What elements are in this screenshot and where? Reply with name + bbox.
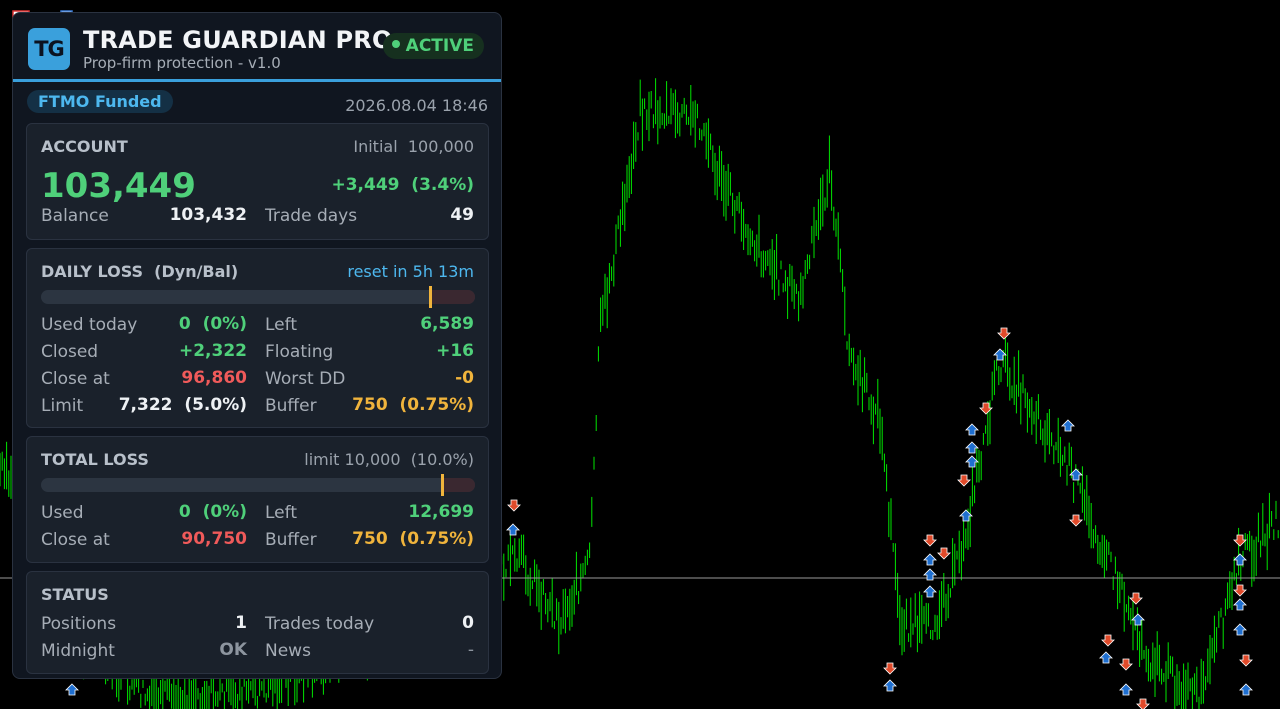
left-value: 6,589 — [420, 314, 474, 334]
buy-arrow-icon — [1239, 683, 1253, 696]
sell-arrow-icon — [1233, 534, 1247, 547]
trades-today-value: 0 — [462, 613, 474, 633]
sell-arrow-icon — [1129, 592, 1143, 605]
total-buffer-label: Buffer — [265, 530, 317, 550]
buy-arrow-icon — [1099, 651, 1113, 664]
sell-arrow-icon — [1136, 698, 1150, 709]
initial-value: 100,000 — [407, 137, 474, 156]
sell-arrow-icon — [883, 662, 897, 675]
news-value: - — [467, 640, 474, 660]
total-used-value: 0 (0%) — [178, 502, 247, 522]
equity-value: 103,449 — [41, 166, 196, 206]
daily-buffer-zone — [431, 290, 475, 304]
status-badge: ACTIVE — [382, 33, 484, 59]
account-card: ACCOUNT Initial 100,000 103,449 +3,449 (… — [26, 123, 489, 240]
positions-label: Positions — [41, 614, 117, 634]
status-card: STATUS Positions 1 Trades today 0 Midnig… — [26, 571, 489, 674]
sell-arrow-icon — [957, 474, 971, 487]
sell-arrow-icon — [1069, 514, 1083, 527]
trade-guardian-panel: TG TRADE GUARDIAN PRO Prop-firm protecti… — [12, 12, 502, 679]
total-left-value: 12,699 — [408, 502, 474, 522]
initial-balance: Initial 100,000 — [353, 137, 474, 156]
buy-arrow-icon — [1119, 683, 1133, 696]
total-loss-limit: limit 10,000 (10.0%) — [304, 450, 474, 469]
buy-arrow-icon — [1233, 623, 1247, 636]
sell-arrow-icon — [923, 534, 937, 547]
buy-arrow-icon — [506, 523, 520, 536]
daily-loss-progress — [41, 290, 475, 304]
midnight-label: Midnight — [41, 641, 115, 661]
prop-firm-badge: FTMO Funded — [27, 90, 173, 113]
total-loss-progress — [41, 478, 475, 492]
daily-loss-title: DAILY LOSS (Dyn/Bal) — [41, 262, 239, 281]
midnight-value: OK — [219, 640, 247, 660]
trade-days-label: Trade days — [265, 206, 358, 226]
total-close-at-label: Close at — [41, 530, 110, 550]
buy-arrow-icon — [1233, 598, 1247, 611]
total-buffer-marker — [441, 474, 444, 496]
floating-value: +16 — [436, 341, 474, 361]
buy-arrow-icon — [65, 683, 79, 696]
trade-days-value: 49 — [450, 205, 474, 225]
buy-arrow-icon — [965, 455, 979, 468]
total-used-label: Used — [41, 503, 84, 523]
tg-logo: TG — [28, 28, 70, 70]
initial-label: Initial — [353, 137, 398, 156]
worst-dd-value: -0 — [455, 368, 474, 388]
close-at-value: 96,860 — [181, 368, 247, 388]
used-today-value: 0 (0%) — [178, 314, 247, 334]
trades-today-label: Trades today — [265, 614, 375, 634]
news-label: News — [265, 641, 311, 661]
closed-value: +2,322 — [178, 341, 247, 361]
daily-buffer-label: Buffer — [265, 396, 317, 416]
close-at-label: Close at — [41, 369, 110, 389]
app-title: TRADE GUARDIAN PRO — [83, 26, 393, 54]
status-title: STATUS — [41, 585, 109, 604]
app-subtitle: Prop-firm protection - v1.0 — [83, 54, 281, 72]
buy-arrow-icon — [1233, 553, 1247, 566]
limit-label: Limit — [41, 396, 84, 416]
account-title: ACCOUNT — [41, 137, 128, 156]
closed-label: Closed — [41, 342, 99, 362]
sell-arrow-icon — [1119, 658, 1133, 671]
total-left-label: Left — [265, 503, 297, 523]
buy-arrow-icon — [923, 553, 937, 566]
sell-arrow-icon — [1101, 634, 1115, 647]
buy-arrow-icon — [883, 679, 897, 692]
buy-arrow-icon — [965, 423, 979, 436]
daily-reset-timer: reset in 5h 13m — [347, 262, 474, 281]
panel-header: TG TRADE GUARDIAN PRO Prop-firm protecti… — [13, 13, 501, 82]
total-close-at-value: 90,750 — [181, 529, 247, 549]
balance-label: Balance — [41, 206, 109, 226]
left-label: Left — [265, 315, 297, 335]
daily-loss-card: DAILY LOSS (Dyn/Bal) reset in 5h 13m Use… — [26, 248, 489, 428]
total-loss-title: TOTAL LOSS — [41, 450, 149, 469]
status-badge-label: ACTIVE — [405, 36, 474, 56]
sell-arrow-icon — [997, 327, 1011, 340]
positions-value: 1 — [235, 613, 247, 633]
buy-arrow-icon — [1061, 419, 1075, 432]
status-dot-icon — [391, 40, 400, 48]
total-buffer-zone — [443, 478, 475, 492]
limit-value: 7,322 (5.0%) — [118, 395, 247, 415]
balance-value: 103,432 — [169, 205, 247, 225]
server-datetime: 2026.08.04 18:46 — [345, 96, 488, 115]
worst-dd-label: Worst DD — [265, 369, 346, 389]
sell-arrow-icon — [1233, 584, 1247, 597]
total-loss-card: TOTAL LOSS limit 10,000 (10.0%) Used 0 (… — [26, 436, 489, 563]
buy-arrow-icon — [965, 441, 979, 454]
used-today-label: Used today — [41, 315, 138, 335]
daily-buffer-marker — [429, 286, 432, 308]
buy-arrow-icon — [993, 348, 1007, 361]
total-buffer-value: 750 (0.75%) — [352, 529, 474, 549]
sell-arrow-icon — [507, 499, 521, 512]
daily-buffer-value: 750 (0.75%) — [352, 395, 474, 415]
buy-arrow-icon — [923, 585, 937, 598]
equity-change: +3,449 (3.4%) — [331, 175, 474, 195]
sell-arrow-icon — [1239, 654, 1253, 667]
floating-label: Floating — [265, 342, 334, 362]
sell-arrow-icon — [937, 547, 951, 560]
